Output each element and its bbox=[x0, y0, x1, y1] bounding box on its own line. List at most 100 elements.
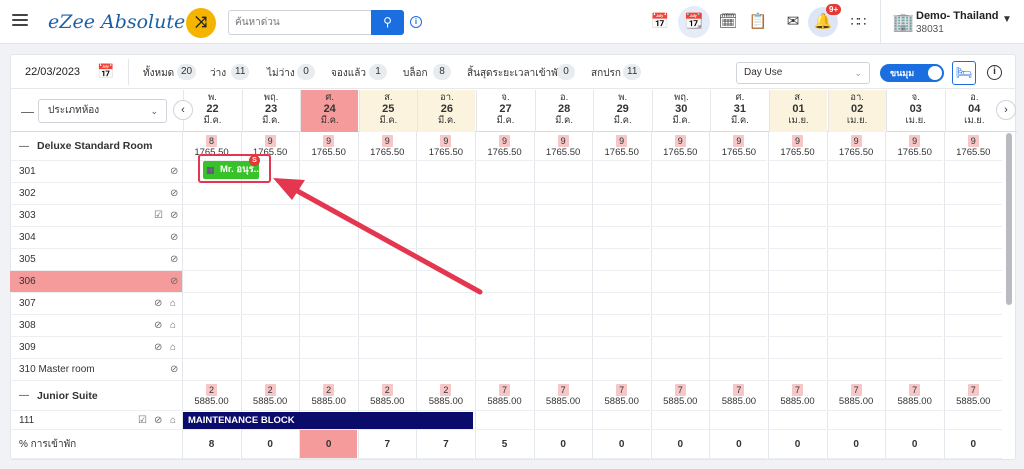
room-date-cell[interactable] bbox=[826, 205, 885, 227]
room-date-cell[interactable] bbox=[885, 227, 944, 249]
room-name[interactable]: 309 bbox=[19, 337, 36, 359]
room-date-cell[interactable] bbox=[885, 183, 944, 205]
collapse-icon[interactable]: — bbox=[19, 132, 29, 161]
room-date-cell[interactable] bbox=[240, 183, 299, 205]
availability-cell[interactable]: 7 5885.00 bbox=[943, 381, 1002, 411]
room-date-cell[interactable] bbox=[709, 227, 768, 249]
info-icon[interactable]: i bbox=[410, 16, 422, 28]
room-date-cell[interactable] bbox=[592, 227, 651, 249]
room-date-cell[interactable] bbox=[533, 227, 592, 249]
room-name[interactable]: 305 bbox=[19, 249, 36, 271]
room-date-cell[interactable] bbox=[768, 227, 826, 249]
mail-icon[interactable]: ✉ bbox=[781, 10, 805, 34]
room-date-cell[interactable] bbox=[885, 337, 944, 359]
stat-label-reserved[interactable]: จองแล้ว bbox=[331, 66, 366, 81]
room-date-cell[interactable] bbox=[943, 359, 1002, 381]
room-name[interactable]: 310 Master room bbox=[19, 359, 95, 381]
room-name[interactable]: 111 bbox=[19, 411, 34, 430]
room-date-cell[interactable] bbox=[826, 249, 885, 271]
availability-cell[interactable]: 2 5885.00 bbox=[416, 381, 475, 411]
availability-cell[interactable]: 2 5885.00 bbox=[240, 381, 299, 411]
room-date-cell[interactable] bbox=[592, 249, 651, 271]
room-date-cell[interactable] bbox=[533, 183, 592, 205]
room-date-cell[interactable] bbox=[299, 315, 358, 337]
room-date-cell[interactable] bbox=[475, 359, 533, 381]
stat-label-blocked[interactable]: บล็อก bbox=[403, 66, 428, 81]
room-date-cell[interactable] bbox=[533, 161, 592, 183]
room-date-cell[interactable] bbox=[533, 293, 592, 315]
room-date-cell[interactable] bbox=[416, 293, 475, 315]
room-name[interactable]: 304 bbox=[19, 227, 36, 249]
room-date-cell[interactable] bbox=[240, 359, 299, 381]
room-date-cell[interactable] bbox=[768, 411, 826, 430]
room-date-cell[interactable] bbox=[475, 411, 533, 430]
room-date-cell[interactable] bbox=[885, 249, 944, 271]
room-date-cell[interactable] bbox=[475, 293, 533, 315]
cleaning-icon[interactable]: ⌂ bbox=[170, 337, 176, 359]
stat-label-dirty[interactable]: สกปรก bbox=[591, 66, 621, 81]
room-date-cell[interactable] bbox=[240, 205, 299, 227]
room-date-cell[interactable] bbox=[416, 359, 475, 381]
room-date-cell[interactable] bbox=[709, 161, 768, 183]
room-date-cell[interactable] bbox=[592, 183, 651, 205]
availability-cell[interactable]: 9 1765.50 bbox=[826, 132, 885, 161]
room-date-cell[interactable] bbox=[768, 315, 826, 337]
room-date-cell[interactable] bbox=[592, 411, 651, 430]
cleaning-icon[interactable]: ⌂ bbox=[170, 293, 176, 315]
room-date-cell[interactable] bbox=[475, 315, 533, 337]
stat-label-due-out[interactable]: สิ้นสุดระยะเวลาเข้าพัก bbox=[467, 66, 564, 81]
room-date-cell[interactable] bbox=[826, 271, 885, 293]
availability-cell[interactable]: 2 5885.00 bbox=[299, 381, 358, 411]
room-date-cell[interactable] bbox=[299, 183, 358, 205]
room-date-cell[interactable] bbox=[650, 315, 709, 337]
room-date-cell[interactable] bbox=[182, 183, 240, 205]
room-date-cell[interactable] bbox=[709, 315, 768, 337]
room-date-cell[interactable] bbox=[416, 315, 475, 337]
room-date-cell[interactable] bbox=[943, 161, 1002, 183]
room-date-cell[interactable] bbox=[709, 271, 768, 293]
room-date-cell[interactable] bbox=[826, 359, 885, 381]
calendar-icon[interactable]: 🗓 bbox=[716, 10, 740, 34]
collapse-icon[interactable]: — bbox=[19, 381, 29, 411]
room-date-cell[interactable] bbox=[475, 161, 533, 183]
room-date-cell[interactable] bbox=[650, 411, 709, 430]
room-name[interactable]: 301 bbox=[19, 161, 36, 183]
room-date-cell[interactable] bbox=[709, 205, 768, 227]
room-date-cell[interactable] bbox=[533, 337, 592, 359]
room-date-cell[interactable] bbox=[885, 359, 944, 381]
room-date-cell[interactable] bbox=[240, 271, 299, 293]
room-date-cell[interactable] bbox=[416, 337, 475, 359]
search-input[interactable] bbox=[228, 10, 371, 35]
room-date-cell[interactable] bbox=[709, 183, 768, 205]
room-date-cell[interactable] bbox=[650, 249, 709, 271]
bed-view-icon[interactable]: 🛏 bbox=[952, 61, 976, 85]
room-date-cell[interactable] bbox=[357, 205, 416, 227]
room-date-cell[interactable] bbox=[650, 293, 709, 315]
room-name[interactable]: 306 bbox=[19, 271, 36, 293]
availability-cell[interactable]: 9 1765.50 bbox=[592, 132, 651, 161]
room-date-cell[interactable] bbox=[650, 337, 709, 359]
stat-label-vacant[interactable]: ว่าง bbox=[210, 66, 226, 81]
room-date-cell[interactable] bbox=[885, 411, 944, 430]
availability-cell[interactable]: 9 1765.50 bbox=[709, 132, 768, 161]
no-cleaning-icon[interactable]: ⊘ bbox=[154, 315, 162, 337]
room-date-cell[interactable] bbox=[709, 249, 768, 271]
room-date-cell[interactable] bbox=[943, 205, 1002, 227]
menu-icon[interactable] bbox=[12, 14, 28, 26]
search-button[interactable]: ⚲ bbox=[371, 10, 404, 35]
room-name[interactable]: 303 bbox=[19, 205, 36, 227]
cleaning-icon[interactable]: ⌂ bbox=[170, 315, 176, 337]
checklist-icon[interactable]: ☑ bbox=[154, 205, 163, 227]
room-date-cell[interactable] bbox=[885, 271, 944, 293]
room-type-select[interactable]: ประเภทห้อง ⌄ bbox=[38, 99, 167, 123]
room-date-cell[interactable] bbox=[182, 249, 240, 271]
room-date-cell[interactable] bbox=[533, 249, 592, 271]
room-date-cell[interactable] bbox=[357, 293, 416, 315]
room-date-cell[interactable] bbox=[826, 161, 885, 183]
availability-cell[interactable]: 7 5885.00 bbox=[709, 381, 768, 411]
hotel-name[interactable]: Demo- Thailand bbox=[916, 10, 999, 22]
room-date-cell[interactable] bbox=[650, 161, 709, 183]
no-cleaning-icon[interactable]: ⊘ bbox=[170, 205, 178, 227]
no-cleaning-icon[interactable]: ⊘ bbox=[170, 359, 178, 381]
room-date-cell[interactable] bbox=[885, 293, 944, 315]
